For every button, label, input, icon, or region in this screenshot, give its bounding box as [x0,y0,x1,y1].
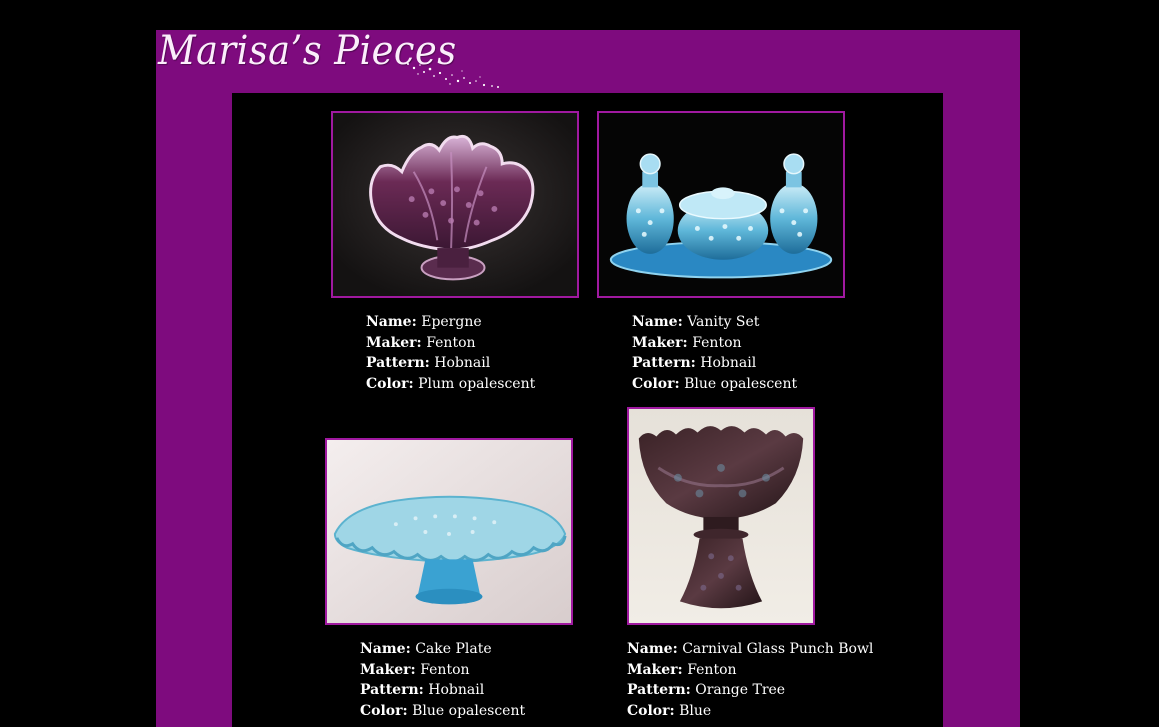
item-color: Blue opalescent [684,376,798,393]
blue-cake-plate-photo[interactable] [325,438,573,625]
maker-label: Maker: [632,334,688,351]
item-maker: Fenton [420,661,470,678]
item-maker: Fenton [426,334,476,351]
color-label: Color: [366,376,414,393]
item-pattern: Orange Tree [695,682,786,699]
blue-vanity-set-photo[interactable] [597,111,845,298]
item-maker: Fenton [687,661,737,678]
page-frame: Marisa’s Pieces Name: Epergne Maker: Fen… [156,28,1020,727]
name-label: Name: [627,641,678,657]
sparkle-trail-icon [407,62,499,88]
item-color: Plum opalescent [418,376,536,393]
item-pattern: Hobnail [428,682,485,699]
item-color: Blue opalescent [412,703,526,720]
carnival-punch-bowl-photo[interactable] [627,407,815,625]
site-logo[interactable]: Marisa’s Pieces [156,28,516,92]
name-label: Name: [366,314,417,330]
item-maker: Fenton [692,334,742,351]
item-pattern: Hobnail [434,355,491,372]
item-color: Blue [679,703,712,720]
name-label: Name: [632,314,683,330]
maker-label: Maker: [366,334,422,351]
color-label: Color: [627,703,675,720]
item-details: Name: Cake Plate Maker: Fenton Pattern: … [360,639,525,722]
item-name: Cake Plate [415,641,492,657]
color-label: Color: [360,703,408,720]
item-pattern: Hobnail [700,355,757,372]
gallery-content: Name: Epergne Maker: Fenton Pattern: Hob… [232,93,943,727]
item-name: Vanity Set [687,314,760,330]
pattern-label: Pattern: [632,355,696,372]
item-details: Name: Epergne Maker: Fenton Pattern: Hob… [366,312,535,395]
maker-label: Maker: [360,661,416,678]
item-details: Name: Vanity Set Maker: Fenton Pattern: … [632,312,797,395]
pattern-label: Pattern: [366,355,430,372]
maker-label: Maker: [627,661,683,678]
plum-epergne-photo[interactable] [331,111,579,298]
pattern-label: Pattern: [360,682,424,699]
pattern-label: Pattern: [627,682,691,699]
name-label: Name: [360,641,411,657]
item-name: Carnival Glass Punch Bowl [682,641,874,657]
color-label: Color: [632,376,680,393]
item-details: Name: Carnival Glass Punch Bowl Maker: F… [627,639,873,722]
item-name: Epergne [421,314,482,330]
